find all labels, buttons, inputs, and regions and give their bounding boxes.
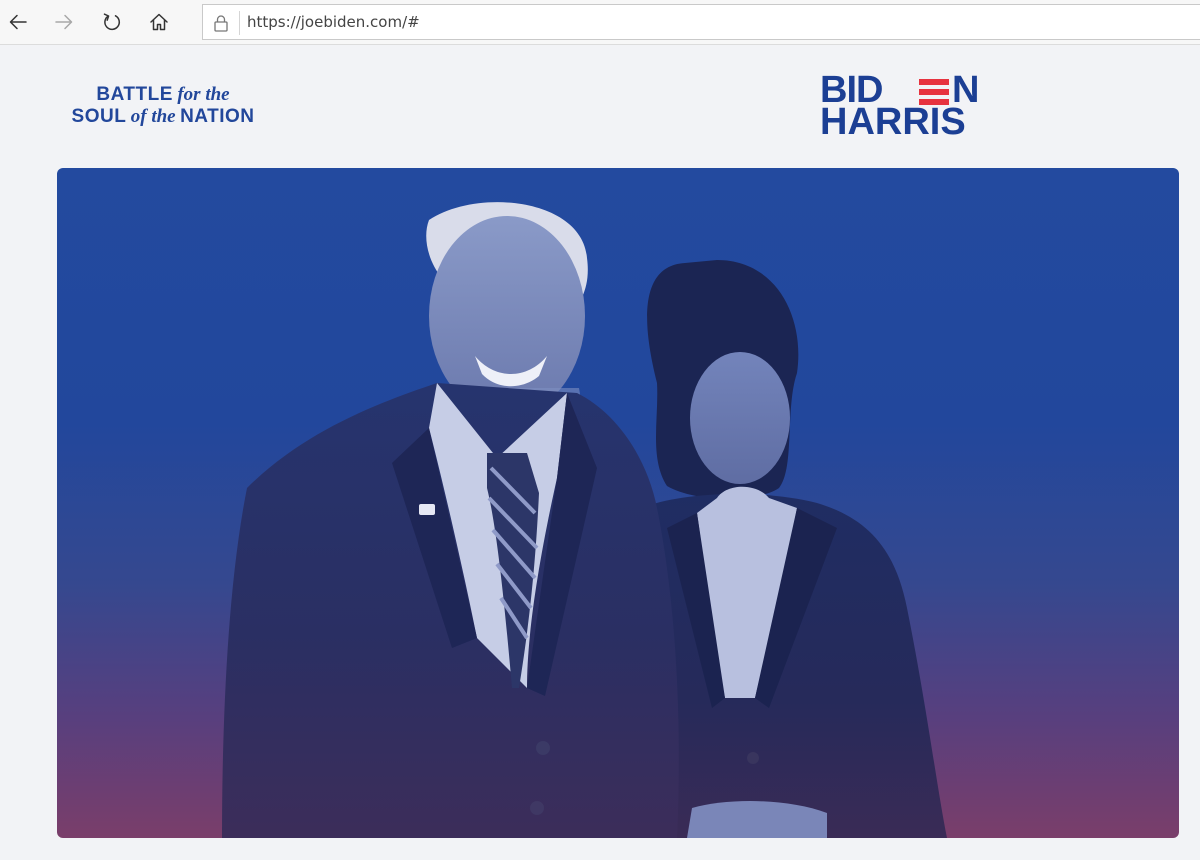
browser-toolbar: https://joebiden.com/# [0,0,1200,45]
battle-logo-line-1: BATTLE for the [58,84,268,106]
biden-harris-logo[interactable]: BID N HARRIS [820,71,979,143]
soul-word: SOUL [71,106,127,128]
forward-arrow-icon [55,14,73,30]
lock-icon [214,15,228,32]
biden-figure [222,202,679,838]
reload-button[interactable] [94,4,130,40]
url-text[interactable]: https://joebiden.com/# [247,13,420,31]
harris-figure [642,260,947,838]
home-button[interactable] [141,4,177,40]
flag-pin-icon [419,504,435,515]
forward-button[interactable] [46,4,82,40]
battle-word: BATTLE [96,84,173,105]
reload-icon [103,13,120,31]
home-icon [150,13,168,31]
for-the-words: for the [177,84,230,105]
battle-for-the-soul-logo[interactable]: BATTLE for the SOUL of the NATION [58,84,268,128]
nation-word: NATION [180,106,255,128]
back-button[interactable] [0,4,36,40]
of-the-words: of the [130,106,176,128]
address-bar[interactable]: https://joebiden.com/# [202,4,1200,40]
harris-logo-line: HARRIS [820,101,966,143]
battle-logo-line-2: SOUL of the NATION [58,106,268,128]
biden-harris-portrait-photo [222,202,947,838]
hero-banner [57,168,1179,838]
address-separator [239,11,240,35]
back-arrow-icon [9,14,27,30]
